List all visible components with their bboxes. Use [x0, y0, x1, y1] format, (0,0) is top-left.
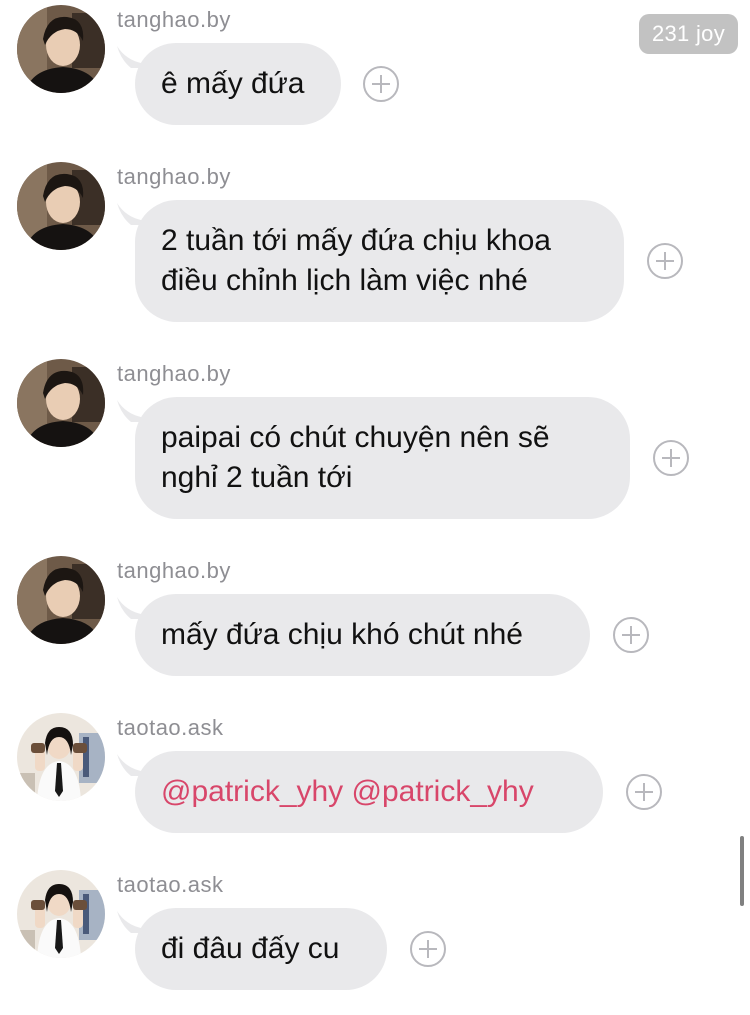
- male-selfie-avatar-icon[interactable]: [17, 556, 105, 644]
- username[interactable]: tanghao.by: [117, 164, 231, 190]
- message-bubble[interactable]: paipai có chút chuyện nên sẽ nghỉ 2 tuần…: [135, 397, 630, 519]
- add-reaction-plus-icon[interactable]: [653, 440, 689, 476]
- message-text: mấy đứa chịu khó chút nhé: [161, 618, 523, 651]
- add-reaction-plus-icon[interactable]: [626, 774, 662, 810]
- username[interactable]: taotao.ask: [117, 715, 224, 741]
- message-text: 2 tuần tới mấy đứa chịu khoa điều chỉnh …: [161, 224, 551, 297]
- reaction-count-badge[interactable]: 231 joy: [638, 14, 738, 54]
- message-bubble[interactable]: đi đâu đấy cu: [135, 908, 387, 990]
- message-text: đi đâu đấy cu: [161, 932, 340, 965]
- message-bubble[interactable]: mấy đứa chịu khó chút nhé: [135, 594, 590, 676]
- add-reaction-plus-icon[interactable]: [363, 66, 399, 102]
- scrollbar[interactable]: [740, 836, 744, 906]
- message-text: ê mấy đứa: [161, 67, 305, 100]
- message-bubble[interactable]: @patrick_yhy @patrick_yhy: [135, 751, 603, 833]
- male-selfie-avatar-icon[interactable]: [17, 162, 105, 250]
- add-reaction-plus-icon[interactable]: [613, 617, 649, 653]
- girl-uniform-avatar-icon[interactable]: [17, 713, 105, 801]
- add-reaction-plus-icon[interactable]: [647, 243, 683, 279]
- message-text: paipai có chút chuyện nên sẽ nghỉ 2 tuần…: [161, 421, 550, 494]
- message-bubble[interactable]: 2 tuần tới mấy đứa chịu khoa điều chỉnh …: [135, 200, 624, 322]
- username[interactable]: tanghao.by: [117, 361, 231, 387]
- male-selfie-avatar-icon[interactable]: [17, 5, 105, 93]
- message-bubble[interactable]: ê mấy đứa: [135, 43, 341, 125]
- mention-link[interactable]: @patrick_yhy @patrick_yhy: [161, 772, 534, 812]
- male-selfie-avatar-icon[interactable]: [17, 359, 105, 447]
- add-reaction-plus-icon[interactable]: [410, 931, 446, 967]
- username[interactable]: tanghao.by: [117, 558, 231, 584]
- girl-uniform-avatar-icon[interactable]: [17, 870, 105, 958]
- username[interactable]: tanghao.by: [117, 7, 231, 33]
- username[interactable]: taotao.ask: [117, 872, 224, 898]
